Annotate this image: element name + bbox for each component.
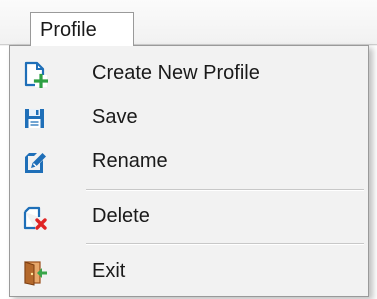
- menu-item-label: Rename: [92, 150, 168, 172]
- menu-separator: [86, 243, 364, 245]
- application-window: Profile Create New Profile Save Rename D…: [0, 0, 377, 299]
- create-profile-icon: [20, 60, 48, 88]
- delete-profile-icon: [20, 203, 48, 231]
- menu-item-save[interactable]: Save: [10, 99, 368, 137]
- menu-profile-title[interactable]: Profile: [30, 12, 134, 46]
- profile-dropdown-menu: Create New Profile Save Rename Delete Ex…: [9, 45, 369, 297]
- rename-pencil-icon: [20, 148, 48, 176]
- menu-item-exit[interactable]: Exit: [10, 253, 368, 291]
- menu-item-create-new-profile[interactable]: Create New Profile: [10, 55, 368, 93]
- menu-item-label: Exit: [92, 260, 126, 282]
- menu-item-delete[interactable]: Delete: [10, 198, 368, 236]
- menu-item-label: Create New Profile: [92, 62, 260, 84]
- menu-item-label: Delete: [92, 205, 150, 227]
- menu-separator: [86, 189, 364, 191]
- menu-item-rename[interactable]: Rename: [10, 143, 368, 181]
- exit-door-icon: [20, 258, 48, 286]
- menu-item-label: Save: [92, 106, 138, 128]
- save-floppy-icon: [20, 104, 48, 132]
